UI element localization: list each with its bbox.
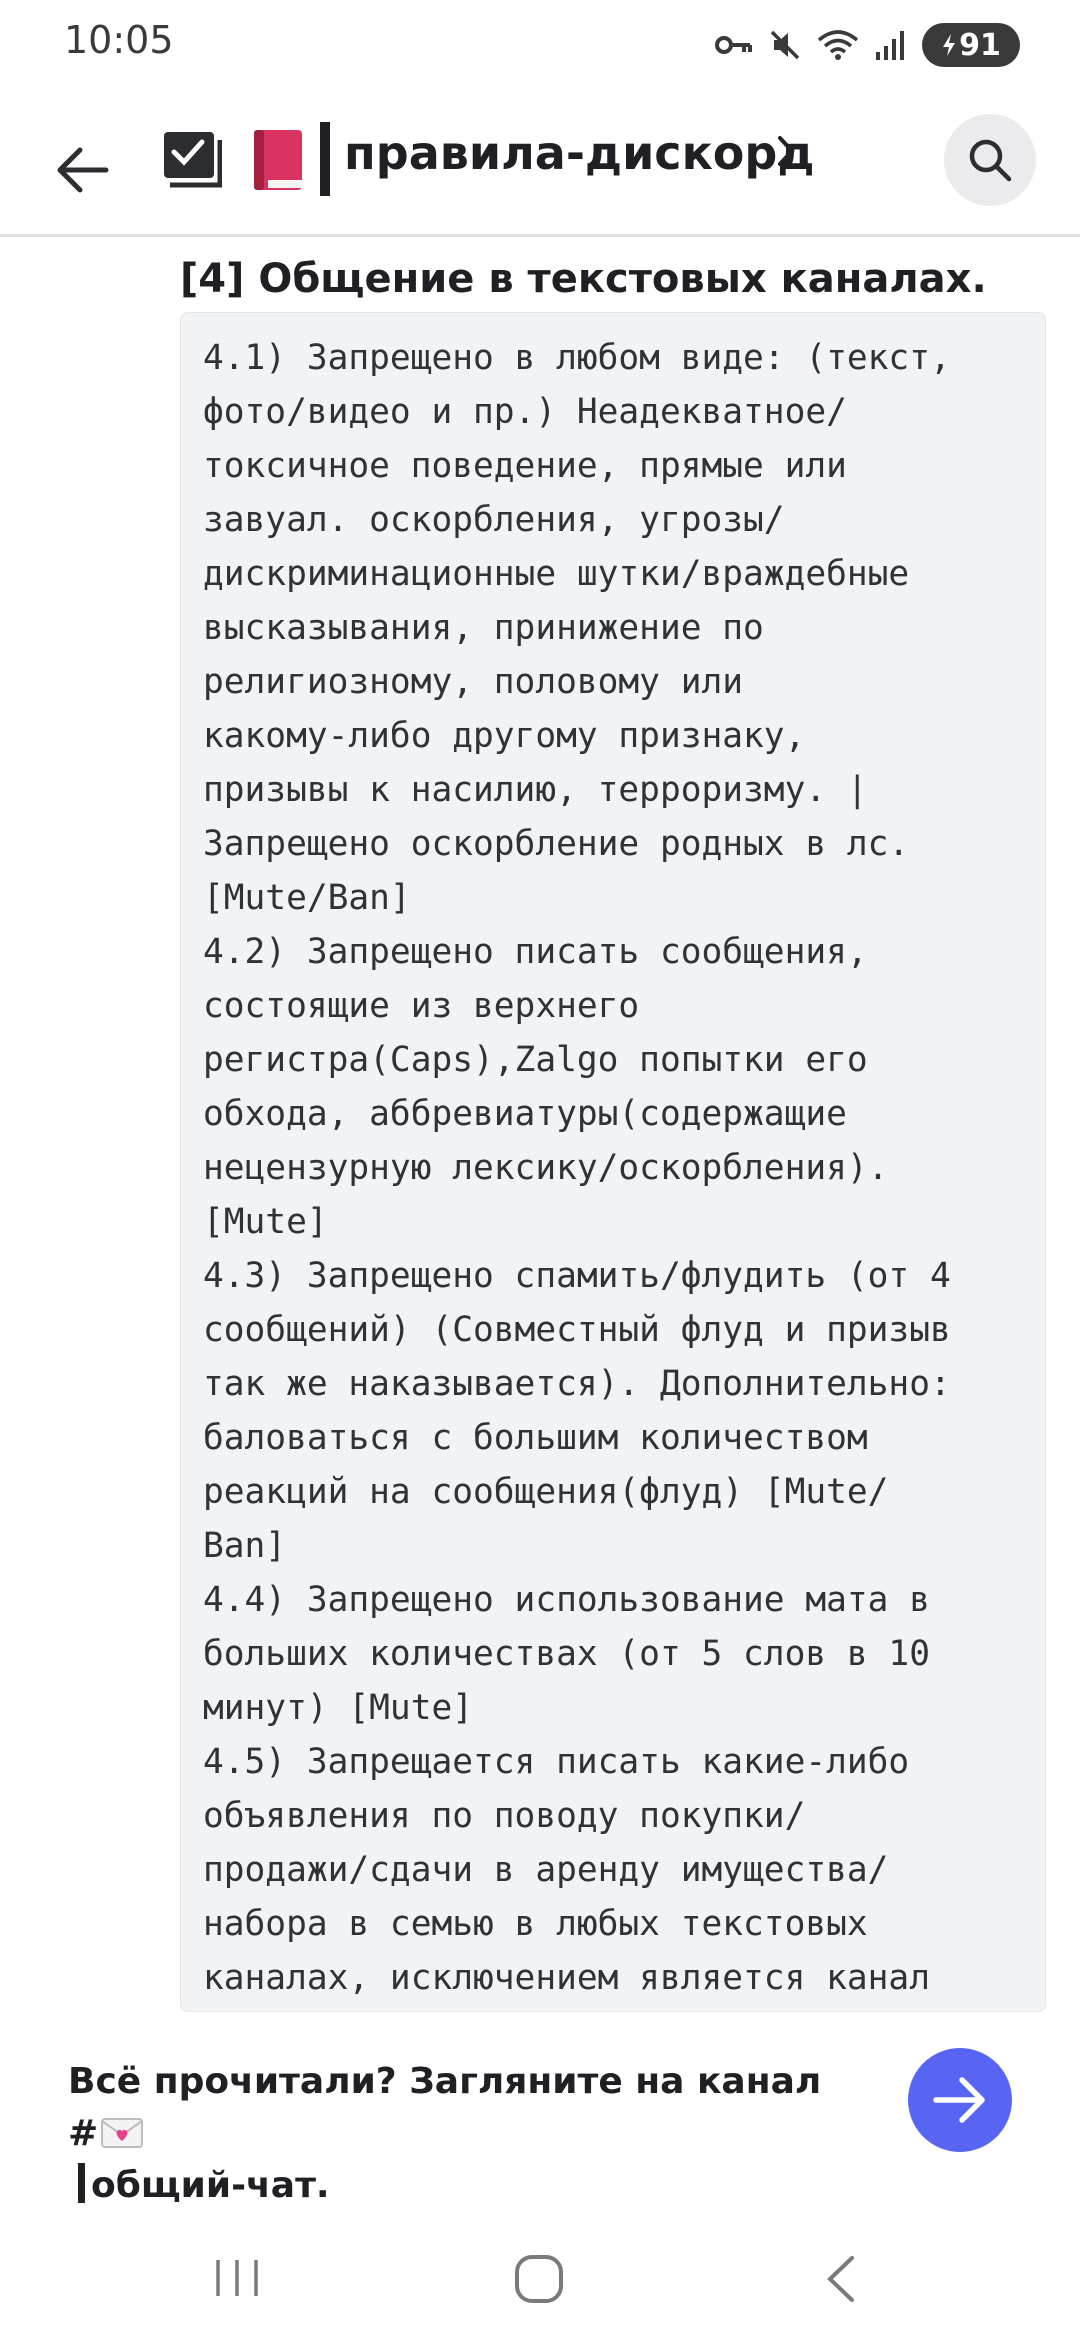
- rule-line: регистра(Caps),Zalgo попытки его: [203, 1040, 868, 1080]
- system-nav-bar: [0, 2212, 1080, 2340]
- book-emoji-icon: [254, 130, 302, 190]
- rule-line: [Mute]: [203, 1202, 328, 1242]
- back-button[interactable]: [40, 128, 124, 212]
- rule-line: нецензурную лексику/оскорбления).: [203, 1148, 889, 1188]
- love-letter-emoji-icon: [101, 2118, 144, 2148]
- rule-line: больших количествах (от 5 слов в 10: [203, 1634, 930, 1674]
- rule-line: реакций на сообщения(флуд) [Mute/: [203, 1472, 889, 1512]
- rule-line: объявления по поводу покупки/: [203, 1796, 806, 1836]
- rule-line: 4.3) Запрещено спамить/флудить (от 4: [203, 1256, 951, 1296]
- rule-line: Ban]: [203, 1526, 287, 1566]
- rule-line: завуал. оскорбления, угрозы/: [203, 500, 785, 540]
- rules-code-block: 4.1) Запрещено в любом виде: (текст, фот…: [180, 312, 1046, 2012]
- signal-icon: [876, 31, 904, 60]
- rule-line: призывы к насилию, терроризму. |: [203, 770, 868, 810]
- chevron-right-icon[interactable]: [776, 134, 796, 168]
- status-icons: 91: [714, 18, 1020, 72]
- rule-line: какому-либо другому признаку,: [203, 716, 806, 756]
- rule-line: Запрещено оскорбление родных в лс.: [203, 824, 910, 864]
- mute-icon: [770, 30, 800, 60]
- rule-line: 4.2) Запрещено писать сообщения,: [203, 932, 868, 972]
- rule-line: набора в семью в любых текстовых: [203, 1904, 868, 1944]
- rule-line: религиозному, половому или: [203, 662, 744, 702]
- recents-icon[interactable]: [212, 2256, 262, 2300]
- search-button[interactable]: [944, 114, 1036, 206]
- battery-level: 91: [959, 27, 1001, 63]
- status-time: 10:05: [64, 18, 174, 62]
- banner-text[interactable]: Всё прочитали? Загляните на канал # общи…: [68, 2056, 828, 2212]
- rule-line: 4.1) Запрещено в любом виде: (текст,: [203, 338, 951, 378]
- channel-checklist-icon: [164, 132, 222, 188]
- rule-line: [Mute/Ban]: [203, 878, 411, 918]
- rule-line: каналах, исключением является канал: [203, 1958, 930, 1998]
- title-separator: [320, 122, 330, 196]
- go-to-channel-button[interactable]: [908, 2048, 1012, 2152]
- back-icon[interactable]: [822, 2252, 858, 2306]
- banner-text-part1: Всё прочитали? Загляните на канал #: [68, 2061, 822, 2154]
- channel-title[interactable]: правила-дискорд: [344, 126, 814, 180]
- rule-line: токсичное поведение, прямые или: [203, 446, 847, 486]
- arrow-right-icon: [933, 2077, 985, 2123]
- home-icon[interactable]: [512, 2252, 566, 2306]
- key-icon: [715, 36, 752, 54]
- rule-line: фото/видео и пр.) Неадекватное/: [203, 392, 847, 432]
- header-divider: [0, 234, 1080, 237]
- read-all-banner: Всё прочитали? Загляните на канал # общи…: [0, 2012, 1080, 2212]
- channel-header: правила-дискорд: [0, 110, 1080, 230]
- rule-line: так же наказывается). Дополнительно:: [203, 1364, 951, 1404]
- banner-channel-name: общий-чат.: [91, 2165, 330, 2206]
- rule-line: сообщений) (Совместный флуд и призыв: [203, 1310, 951, 1350]
- rule-line: обхода, аббревиатуры(содержащие: [203, 1094, 847, 1134]
- rule-line: состоящие из верхнего: [203, 986, 640, 1026]
- rule-line: 4.5) Запрещается писать какие-либо: [203, 1742, 910, 1782]
- rule-line: высказывания, принижение по: [203, 608, 764, 648]
- rule-line: продажи/сдачи в аренду имущества/: [203, 1850, 889, 1890]
- rule-line: дискриминационные шутки/враждебные: [203, 554, 910, 594]
- search-icon: [969, 139, 1012, 182]
- wifi-icon: [817, 30, 859, 60]
- rule-line: минут) [Mute]: [203, 1688, 474, 1728]
- channel-separator: [78, 2163, 85, 2203]
- rule-line: баловаться с большим количеством: [203, 1418, 868, 1458]
- battery-icon: 91: [922, 23, 1020, 67]
- rule-line: 4.4) Запрещено использование мата в: [203, 1580, 930, 1620]
- back-arrow-icon: [57, 147, 109, 193]
- status-bar: 10:05 91: [0, 0, 1080, 90]
- section-heading: [4] Общение в текстовых каналах.: [180, 256, 987, 302]
